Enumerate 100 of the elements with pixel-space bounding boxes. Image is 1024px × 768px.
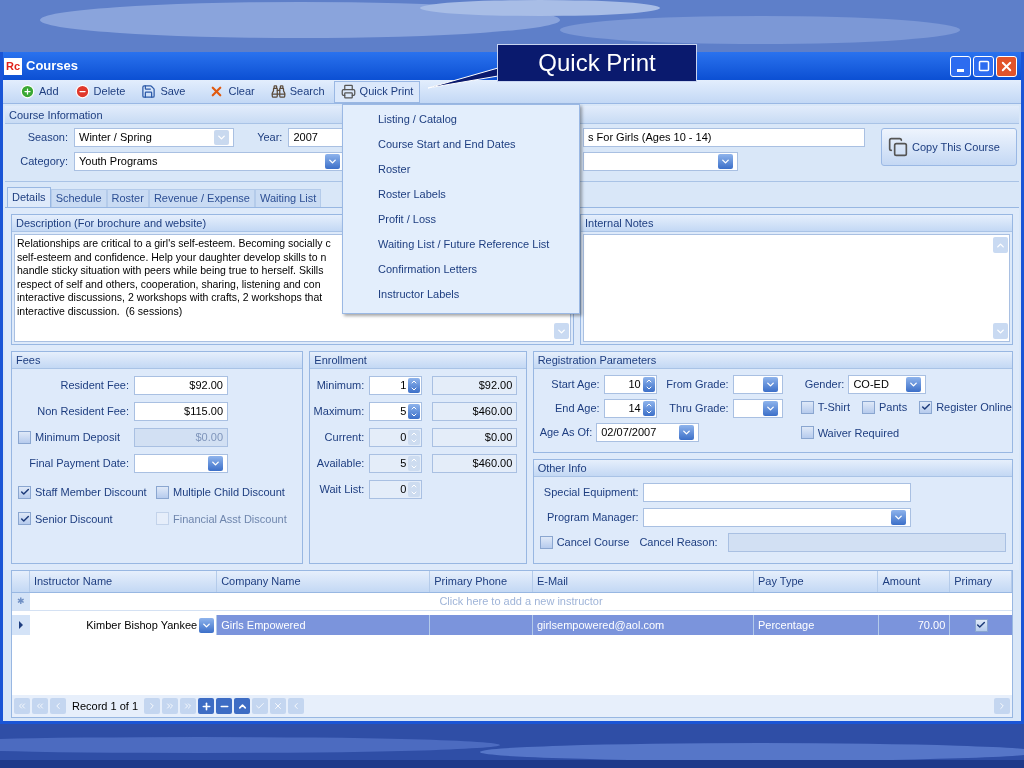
column-header[interactable]: E-Mail (532, 571, 754, 592)
category-dropdown[interactable]: Youth Programs (74, 152, 345, 171)
remove-record-icon[interactable] (216, 698, 233, 714)
dropdown-icon[interactable] (199, 617, 215, 633)
menu-item[interactable]: Roster (378, 159, 579, 184)
new-row-icon: ✱ (17, 597, 25, 606)
field-label: Non Resident Fee: (36, 404, 129, 420)
fee-field[interactable]: $115.00 (134, 402, 228, 421)
tab[interactable]: Revenue / Expense (148, 189, 255, 207)
checkbox[interactable] (156, 485, 169, 499)
checkbox[interactable] (18, 431, 31, 444)
column-header[interactable]: Pay Type (753, 571, 879, 592)
menu-item[interactable]: Course Start and End Dates (378, 134, 579, 159)
special-equipment-field[interactable] (642, 483, 911, 502)
year-field[interactable]: 2007 (288, 128, 345, 147)
field-label: Gender: (804, 377, 845, 393)
field-label: Season: (26, 130, 68, 146)
menu-item[interactable]: Instructor Labels (378, 284, 579, 309)
count-spinner[interactable]: 5 (369, 402, 423, 421)
checkbox[interactable] (800, 400, 814, 414)
clear-button[interactable]: Clear (202, 80, 262, 103)
column-header[interactable]: Amount (878, 571, 951, 592)
menu-item[interactable]: Confirmation Letters (378, 259, 579, 284)
dropdown-icon[interactable] (679, 425, 695, 440)
checkbox[interactable] (862, 400, 876, 414)
tab[interactable]: Schedule (50, 189, 107, 207)
checkbox[interactable] (18, 512, 31, 526)
close-button[interactable] (996, 55, 1017, 77)
row-pointer-icon (18, 621, 23, 629)
field-label: Special Equipment: (542, 485, 639, 501)
add-button[interactable]: Add (13, 80, 66, 103)
course-type-dropdown[interactable] (583, 152, 738, 171)
checkbox[interactable] (974, 618, 988, 632)
checkbox-label: Staff Member Discount (35, 485, 147, 500)
date-picker[interactable] (134, 454, 228, 473)
save-button[interactable]: Save (134, 80, 193, 103)
age-spinner[interactable]: 14 (603, 399, 657, 418)
column-header[interactable]: Primary (950, 571, 1012, 592)
dropdown-icon[interactable] (208, 456, 223, 471)
search-button[interactable]: Search (263, 80, 332, 103)
dropdown-icon[interactable] (762, 401, 778, 416)
record-counter: Record 1 of 1 (71, 698, 140, 714)
gender-dropdown[interactable]: CO-ED (848, 375, 927, 394)
date-picker[interactable]: 02/07/2007 (596, 423, 700, 442)
count-spinner[interactable]: 1 (369, 376, 423, 395)
window-title: Courses (26, 57, 79, 76)
checkbox[interactable] (18, 485, 31, 499)
tab[interactable]: Waiting List (254, 189, 322, 207)
fee-field[interactable]: $92.00 (134, 376, 228, 395)
checkbox[interactable] (919, 400, 933, 414)
field-label: Wait List: (318, 482, 365, 498)
copy-course-button[interactable]: Copy This Course (881, 128, 1017, 166)
minus-icon (74, 84, 90, 99)
dropdown-icon[interactable] (718, 154, 733, 169)
app-logo: Rc (4, 57, 22, 75)
spin-icon[interactable] (408, 378, 421, 393)
table-cell: girlsempowered@aol.com (532, 615, 754, 635)
tab[interactable]: Roster (106, 189, 149, 207)
panel-header: Fees (12, 352, 303, 369)
course-name-field[interactable]: s For Girls (Ages 10 - 14) (583, 128, 865, 147)
menu-item[interactable]: Roster Labels (378, 184, 579, 209)
maximize-button[interactable] (973, 55, 994, 77)
spin-icon[interactable] (408, 404, 421, 419)
age-spinner[interactable]: 10 (603, 375, 657, 394)
spin-icon[interactable] (642, 401, 655, 416)
checkbox-label: Cancel Course (556, 535, 630, 551)
panel-header: Other Info (533, 460, 1012, 477)
column-header[interactable]: Primary Phone (430, 571, 533, 592)
minimize-button[interactable] (950, 55, 971, 77)
tab[interactable]: Details (7, 187, 51, 207)
field-label: Start Age: (550, 377, 600, 393)
dropdown-icon[interactable] (906, 377, 922, 392)
table-cell[interactable]: Kimber Bishop Yankee (29, 615, 218, 635)
checkbox[interactable] (539, 536, 553, 549)
column-header[interactable]: Instructor Name (29, 571, 218, 592)
dropdown-icon[interactable] (890, 510, 906, 525)
spin-icon[interactable] (642, 377, 655, 392)
panel-header: Registration Parameters (533, 352, 1012, 369)
field-label: Age As Of: (539, 425, 593, 441)
field-label: Year: (256, 130, 283, 146)
field-label: Maximum: (313, 404, 365, 420)
grade-dropdown[interactable] (732, 375, 783, 394)
amount-field: $0.00 (432, 428, 518, 447)
move-up-icon[interactable] (234, 698, 251, 714)
checkbox-label: Register Online (936, 400, 1012, 415)
season-dropdown[interactable]: Winter / Spring (74, 128, 235, 147)
dropdown-icon[interactable] (762, 377, 778, 392)
quick-print-button[interactable]: Quick Print (333, 80, 421, 103)
checkbox-label: Multiple Child Discount (173, 485, 285, 500)
table-row[interactable]: Kimber Bishop Yankee Girls Empowered girlsempowered@aol.com Percentage 70.00 (12, 615, 1012, 635)
grade-dropdown[interactable] (732, 399, 783, 418)
cancel-reason-field[interactable] (727, 533, 1006, 552)
delete-button[interactable]: Delete (67, 80, 133, 103)
menu-item[interactable]: Waiting List / Future Reference List (378, 234, 579, 259)
maximize-icon (977, 60, 990, 72)
checkbox[interactable] (800, 426, 814, 440)
column-header[interactable]: Company Name (217, 571, 431, 592)
program-manager-dropdown[interactable] (642, 508, 911, 527)
add-record-icon[interactable] (198, 698, 215, 714)
dropdown-icon[interactable] (325, 154, 340, 169)
